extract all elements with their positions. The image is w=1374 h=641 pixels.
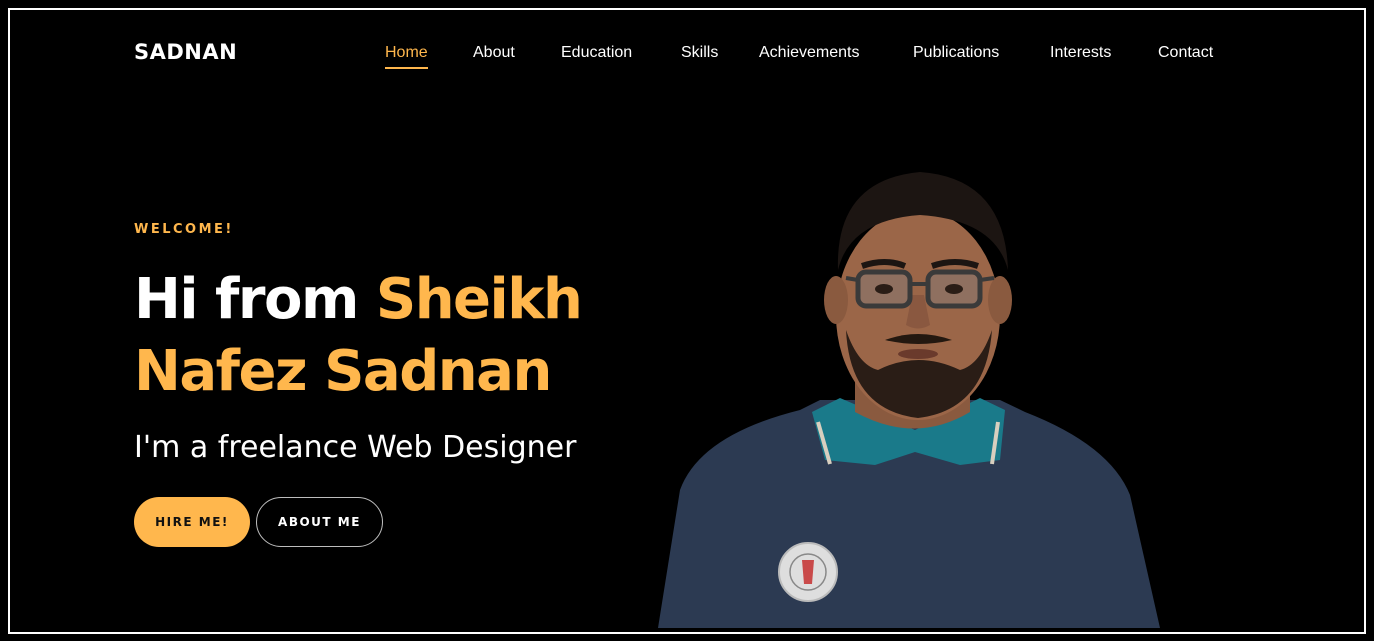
- nav-about[interactable]: About: [473, 44, 515, 62]
- nav-interests[interactable]: Interests: [1050, 44, 1111, 62]
- about-me-button[interactable]: ABOUT ME: [256, 497, 383, 547]
- welcome-label: WELCOME!: [134, 222, 234, 237]
- nav-home[interactable]: Home: [385, 44, 428, 69]
- hire-me-button[interactable]: HIRE ME!: [134, 497, 250, 547]
- hero-headline: Hi from Sheikh Nafez Sadnan: [134, 264, 694, 408]
- nav-education[interactable]: Education: [561, 44, 632, 62]
- headline-greeting: Hi from: [134, 267, 376, 332]
- nav-publications[interactable]: Publications: [913, 44, 999, 62]
- nav-achievements[interactable]: Achievements: [759, 44, 860, 62]
- nav-contact[interactable]: Contact: [1158, 44, 1213, 62]
- page-frame: SADNAN Home About Education Skills Achie…: [8, 8, 1366, 634]
- profile-photo: [658, 172, 1160, 628]
- hero-subtitle: I'm a freelance Web Designer: [134, 430, 577, 465]
- site-logo[interactable]: SADNAN: [134, 40, 237, 64]
- nav-skills[interactable]: Skills: [681, 44, 718, 62]
